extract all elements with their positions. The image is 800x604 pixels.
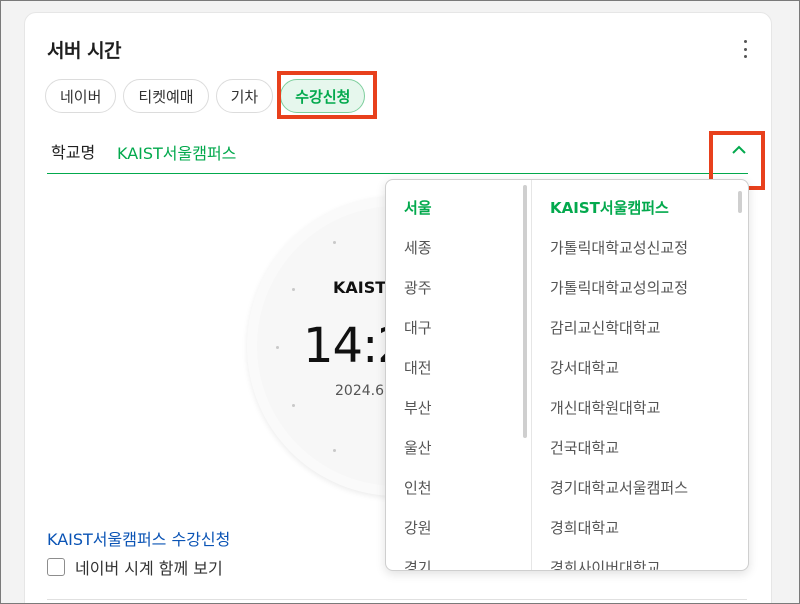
clock-date: 2024.6. [335, 383, 385, 399]
naver-clock-label: 네이버 시계 함께 보기 [75, 559, 223, 578]
school-item[interactable]: 경희사이버대학교 [550, 557, 660, 570]
school-item[interactable]: 가톨릭대학교성신교정 [550, 237, 688, 258]
school-item[interactable]: 경희대학교 [550, 517, 619, 538]
naver-clock-option[interactable]: 네이버 시계 함께 보기 [47, 555, 223, 579]
course-registration-link[interactable]: KAIST서울캠퍼스 수강신청 [47, 526, 230, 550]
region-item-incheon[interactable]: 인천 [404, 477, 432, 498]
region-list: 서울 세종 광주 대구 대전 부산 울산 인천 강원 경기 [386, 180, 531, 570]
school-label: 학교명 [51, 143, 96, 162]
clock-school-name: KAIST서울캠퍼스 [333, 278, 385, 297]
school-value: KAIST서울캠퍼스 [117, 144, 237, 163]
region-item-gyeonggi[interactable]: 경기 [404, 557, 432, 570]
tab-train[interactable]: 기차 [215, 79, 274, 113]
school-item[interactable]: KAIST서울캠퍼스 [550, 197, 669, 218]
school-item[interactable]: 감리교신학대학교 [550, 317, 660, 338]
region-item-seoul[interactable]: 서울 [404, 197, 432, 218]
region-item-busan[interactable]: 부산 [404, 397, 432, 418]
school-list: KAIST서울캠퍼스 가톨릭대학교성신교정 가톨릭대학교성의교정 감리교신학대학… [532, 180, 748, 570]
school-item[interactable]: 건국대학교 [550, 437, 619, 458]
region-item-daegu[interactable]: 대구 [404, 317, 432, 338]
school-item[interactable]: 개신대학원대학교 [550, 397, 660, 418]
school-dropdown: 서울 세종 광주 대구 대전 부산 울산 인천 강원 경기 KAIST서울캠퍼스… [385, 179, 749, 571]
tab-naver[interactable]: 네이버 [45, 79, 117, 113]
kebab-icon[interactable] [741, 40, 749, 58]
school-selector[interactable]: 학교명 KAIST서울캠퍼스 [47, 134, 748, 174]
region-item-gwangju[interactable]: 광주 [404, 277, 432, 298]
school-scrollbar[interactable] [738, 191, 742, 213]
region-item-sejong[interactable]: 세종 [404, 237, 432, 258]
school-item[interactable]: 경기대학교서울캠퍼스 [550, 477, 688, 498]
naver-clock-checkbox[interactable] [47, 558, 65, 576]
school-item[interactable]: 가톨릭대학교성의교정 [550, 277, 688, 298]
clock-time: 14:2 [303, 318, 389, 374]
tab-ticket[interactable]: 티켓예매 [123, 79, 209, 113]
school-item[interactable]: 강서대학교 [550, 357, 619, 378]
region-item-gangwon[interactable]: 강원 [404, 517, 432, 538]
highlight-box-tab [277, 71, 377, 119]
screenshot-frame: 서버 시간 네이버 티켓예매 기차 수강신청 학교명 KAIST서울캠퍼스 KA… [0, 0, 800, 604]
divider [47, 599, 747, 600]
region-item-ulsan[interactable]: 울산 [404, 437, 432, 458]
region-item-daejeon[interactable]: 대전 [404, 357, 432, 378]
region-scrollbar[interactable] [523, 185, 527, 438]
widget-title: 서버 시간 [47, 40, 122, 62]
